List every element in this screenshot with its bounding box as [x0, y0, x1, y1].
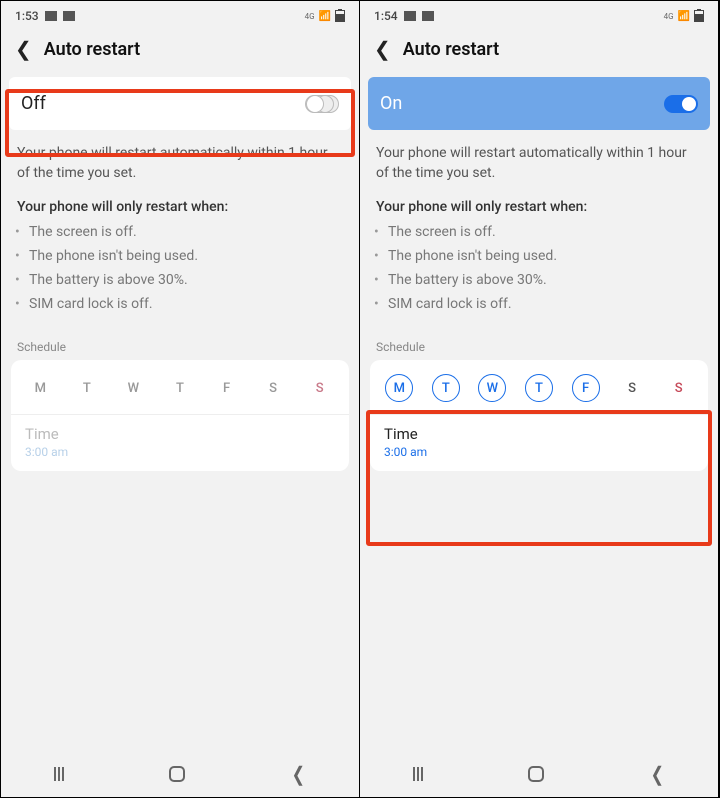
nav-recent-button[interactable] [54, 767, 64, 781]
condition-item: SIM card lock is off. [388, 293, 702, 317]
schedule-card: M T W T F S S Time 3:00 am [370, 360, 708, 471]
nav-home-button[interactable] [528, 766, 544, 782]
conditions-list: The screen is off. The phone isn't being… [360, 221, 718, 324]
back-icon[interactable]: ❮ [374, 37, 391, 61]
days-selector: M T W T F S S [11, 364, 349, 415]
master-toggle-row[interactable]: On [368, 77, 710, 130]
time-label: Time [25, 425, 335, 443]
day-sat[interactable]: S [618, 374, 646, 402]
status-time: 1:53 [15, 9, 39, 23]
day-sun[interactable]: S [306, 374, 334, 402]
toggle-label: On [380, 93, 402, 114]
day-tue[interactable]: T [73, 374, 101, 402]
system-nav-bar: ❮ [360, 751, 718, 797]
day-thu[interactable]: T [525, 374, 553, 402]
time-selector[interactable]: Time 3:00 am [11, 415, 349, 461]
condition-item: The battery is above 30%. [29, 269, 343, 293]
toggle-label: Off [21, 93, 46, 114]
condition-item: The screen is off. [29, 221, 343, 245]
status-bar: 1:53 4G 📶 [1, 1, 359, 27]
day-mon[interactable]: M [26, 374, 54, 402]
day-fri[interactable]: F [213, 374, 241, 402]
description-text: Your phone will restart automatically wi… [1, 130, 359, 189]
conditions-title: Your phone will only restart when: [360, 189, 718, 221]
page-title: Auto restart [403, 39, 499, 60]
toggle-switch[interactable] [305, 95, 339, 113]
status-time: 1:54 [374, 9, 398, 23]
days-selector: M T W T F S S [370, 364, 708, 415]
conditions-list: The screen is off. The phone isn't being… [1, 221, 359, 324]
screen-on-state: 1:54 4G 📶 ❮ Auto restart On Your phone w… [360, 1, 719, 797]
time-selector[interactable]: Time 3:00 am [370, 415, 708, 461]
app-header: ❮ Auto restart [360, 27, 718, 77]
schedule-section-label: Schedule [360, 324, 718, 360]
back-icon[interactable]: ❮ [15, 37, 32, 61]
notification-icon [422, 11, 434, 21]
condition-item: SIM card lock is off. [29, 293, 343, 317]
network-icon: 4G [305, 12, 315, 21]
notification-icon [63, 11, 75, 21]
nav-home-button[interactable] [169, 766, 185, 782]
day-sun[interactable]: S [665, 374, 693, 402]
day-thu[interactable]: T [166, 374, 194, 402]
nav-recent-button[interactable] [413, 767, 423, 781]
condition-item: The phone isn't being used. [29, 245, 343, 269]
page-title: Auto restart [44, 39, 140, 60]
time-label: Time [384, 425, 694, 443]
app-header: ❮ Auto restart [1, 27, 359, 77]
day-mon[interactable]: M [385, 374, 413, 402]
signal-icon: 📶 [678, 11, 690, 22]
day-sat[interactable]: S [259, 374, 287, 402]
screen-off-state: 1:53 4G 📶 ❮ Auto restart Off Your phone … [1, 1, 360, 797]
status-bar: 1:54 4G 📶 [360, 1, 718, 27]
condition-item: The phone isn't being used. [388, 245, 702, 269]
battery-icon [694, 10, 704, 22]
system-nav-bar: ❮ [1, 751, 359, 797]
day-tue[interactable]: T [432, 374, 460, 402]
day-wed[interactable]: W [478, 374, 506, 402]
notification-icon [45, 11, 57, 21]
time-value: 3:00 am [384, 445, 694, 459]
nav-back-button[interactable]: ❮ [650, 762, 663, 786]
day-fri[interactable]: F [572, 374, 600, 402]
description-text: Your phone will restart automatically wi… [360, 130, 718, 189]
condition-item: The battery is above 30%. [388, 269, 702, 293]
time-value: 3:00 am [25, 445, 335, 459]
signal-icon: 📶 [319, 11, 331, 22]
day-wed[interactable]: W [119, 374, 147, 402]
battery-icon [335, 10, 345, 22]
nav-back-button[interactable]: ❮ [291, 762, 304, 786]
network-icon: 4G [664, 12, 674, 21]
schedule-section-label: Schedule [1, 324, 359, 360]
master-toggle-row[interactable]: Off [9, 77, 351, 130]
condition-item: The screen is off. [388, 221, 702, 245]
notification-icon [404, 11, 416, 21]
schedule-card: M T W T F S S Time 3:00 am [11, 360, 349, 471]
toggle-switch[interactable] [664, 95, 698, 113]
conditions-title: Your phone will only restart when: [1, 189, 359, 221]
